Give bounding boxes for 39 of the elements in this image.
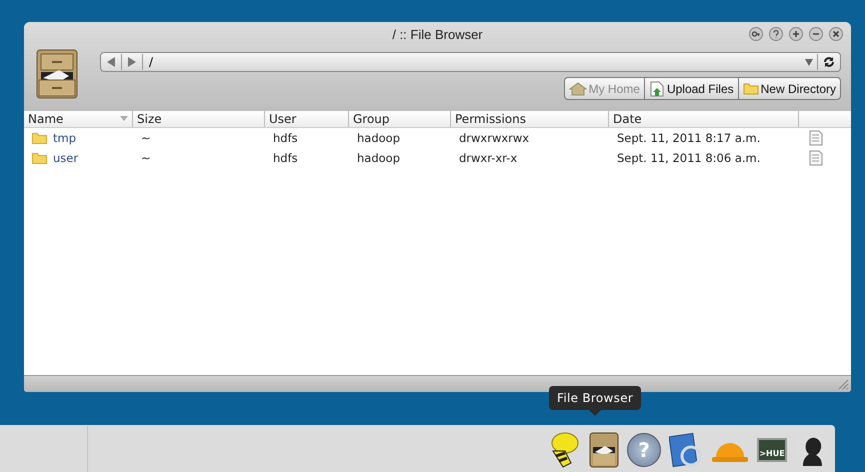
editor-icon[interactable] (669, 432, 703, 468)
table-cell-text: hdfs (272, 151, 299, 165)
table-cell-text: hadoop (356, 151, 402, 165)
table-cell-text: ~ (140, 131, 152, 145)
table-cell-text: Sept. 11, 2011 8:06 a.m. (616, 151, 762, 165)
folder-link[interactable]: user (53, 151, 78, 165)
folder-icon (32, 132, 47, 144)
folder-link[interactable]: tmp (53, 131, 76, 145)
window-title: / :: File Browser (392, 26, 483, 42)
sort-arrow-icon (120, 116, 128, 122)
path-field[interactable]: / (100, 52, 841, 72)
table-cell-text: Sept. 11, 2011 8:17 a.m. (616, 131, 762, 145)
column-header[interactable]: Size (133, 111, 265, 127)
folder-icon (742, 82, 759, 95)
column-header[interactable]: Permissions (451, 111, 609, 127)
help-icon[interactable] (769, 27, 783, 41)
table-cell-text: ~ (140, 151, 152, 165)
column-header[interactable]: Date (609, 111, 799, 127)
table-cell-text: drwxrwxrwx (458, 131, 530, 145)
column-header[interactable]: User (265, 111, 349, 127)
close-icon[interactable] (829, 27, 843, 41)
terminal-button[interactable]: >HUE (757, 438, 787, 462)
resize-grip-icon[interactable] (837, 378, 849, 390)
file-cabinet-icon[interactable] (589, 432, 619, 468)
minimize-icon[interactable] (809, 27, 823, 41)
tooltip-arrow-icon (588, 409, 602, 416)
options-icon[interactable] (809, 150, 823, 166)
upload-files-button[interactable]: Upload Files (644, 77, 739, 100)
table-cell-text: drwxr-xr-x (458, 151, 518, 165)
house-icon (568, 82, 587, 96)
folder-icon (32, 152, 47, 164)
options-icon[interactable] (809, 130, 823, 146)
column-header[interactable]: Name (24, 111, 133, 127)
new-directory-button[interactable]: New Directory (738, 77, 841, 100)
maximize-icon[interactable] (789, 27, 803, 41)
upload-icon (648, 80, 665, 96)
column-header[interactable]: Group (349, 111, 451, 127)
table-cell-text: hadoop (356, 131, 402, 145)
table-cell-text: hdfs (272, 131, 299, 145)
